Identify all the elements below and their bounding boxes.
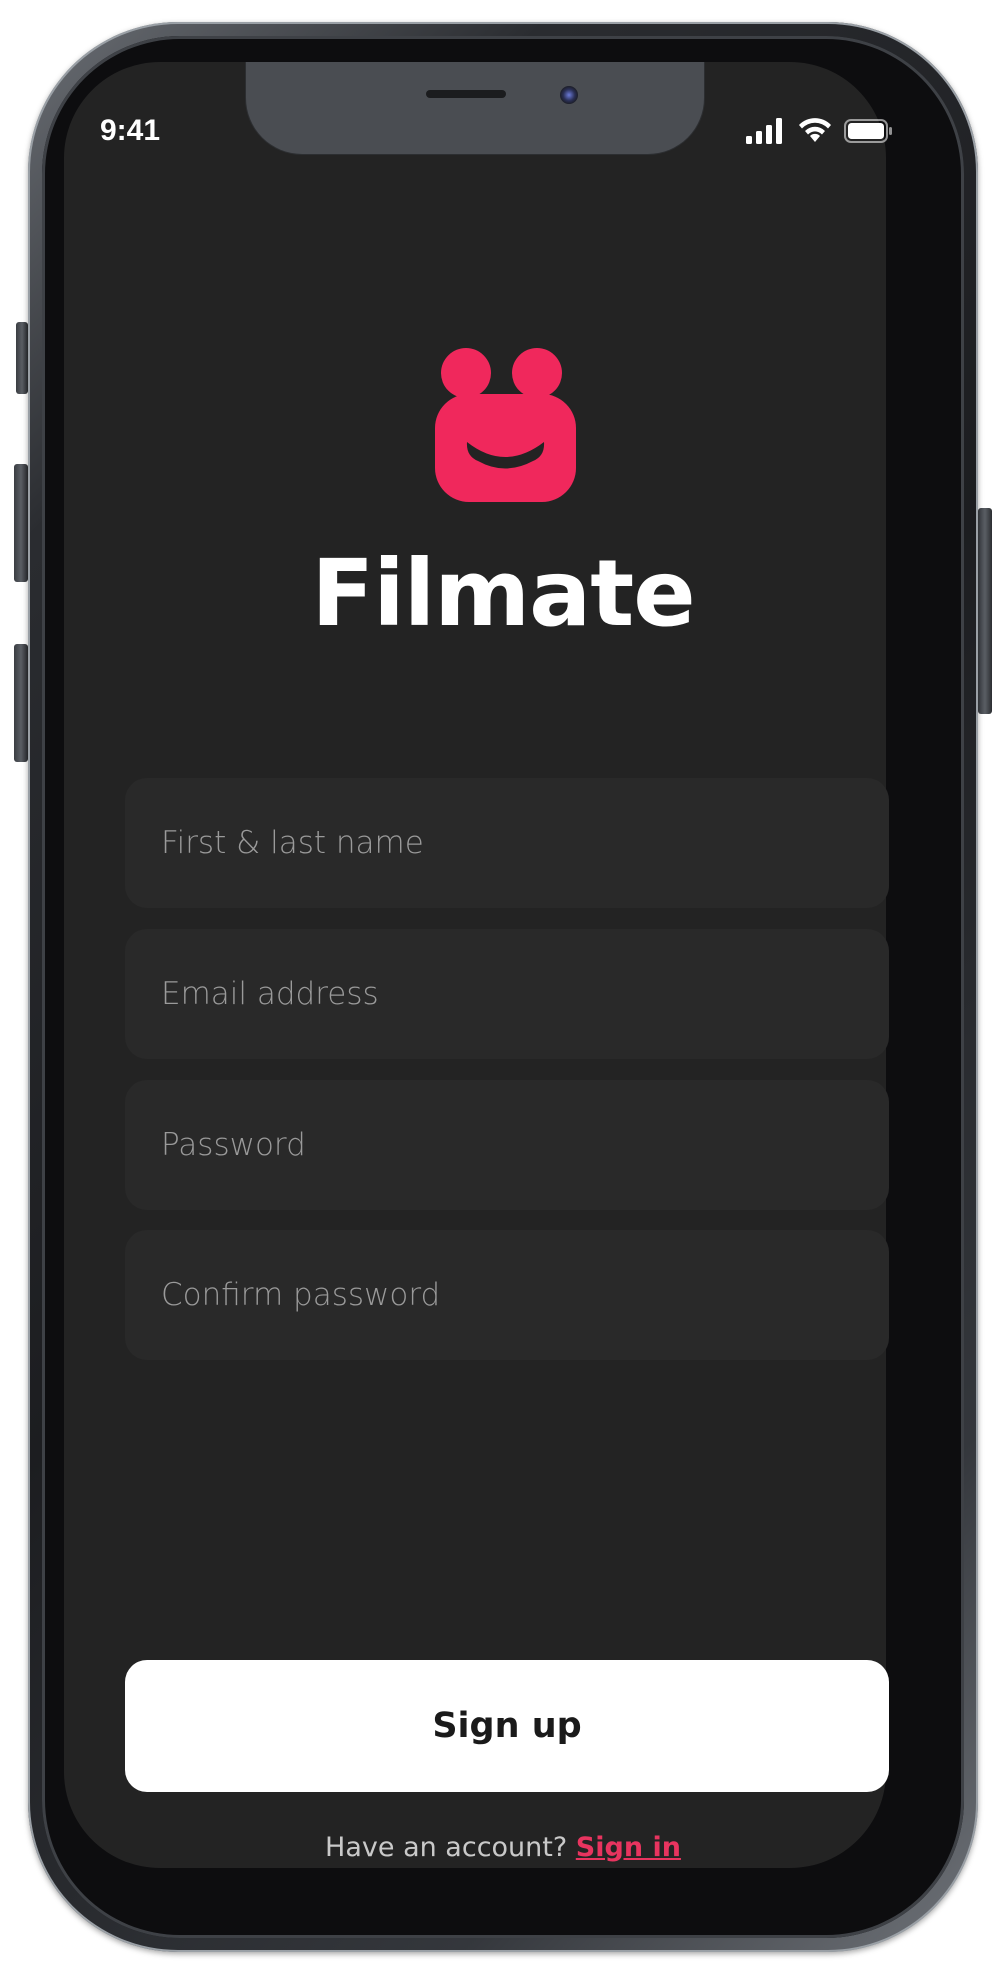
have-account-text: Have an account? <box>325 1832 576 1863</box>
status-time: 9:41 <box>100 114 161 147</box>
notch <box>246 62 704 154</box>
mute-switch <box>16 322 28 394</box>
password-field[interactable]: Password <box>125 1080 889 1210</box>
sign-up-button[interactable]: Sign up <box>125 1660 889 1792</box>
app-name: Filmate <box>311 540 695 647</box>
confirm-password-field[interactable]: Confirm password <box>125 1230 889 1360</box>
status-icons <box>746 118 894 144</box>
battery-icon <box>844 119 892 143</box>
smiley-logo-icon <box>435 348 576 502</box>
email-placeholder: Email address <box>161 976 379 1012</box>
speaker-grille <box>426 90 506 98</box>
device-stage: 9:41 Filmate First & last name Email add <box>0 0 1006 1970</box>
confirm-password-placeholder: Confirm password <box>161 1277 441 1313</box>
name-placeholder: First & last name <box>161 825 424 861</box>
password-placeholder: Password <box>161 1127 306 1163</box>
name-field[interactable]: First & last name <box>125 778 889 908</box>
front-camera <box>560 86 578 104</box>
email-field[interactable]: Email address <box>125 929 889 1059</box>
wifi-icon <box>799 118 831 142</box>
signal-icon <box>746 118 782 144</box>
sign-in-link[interactable]: Sign in <box>576 1832 681 1863</box>
sign-in-prompt: Have an account? Sign in <box>0 1832 1006 1863</box>
volume-down-button <box>14 644 28 762</box>
